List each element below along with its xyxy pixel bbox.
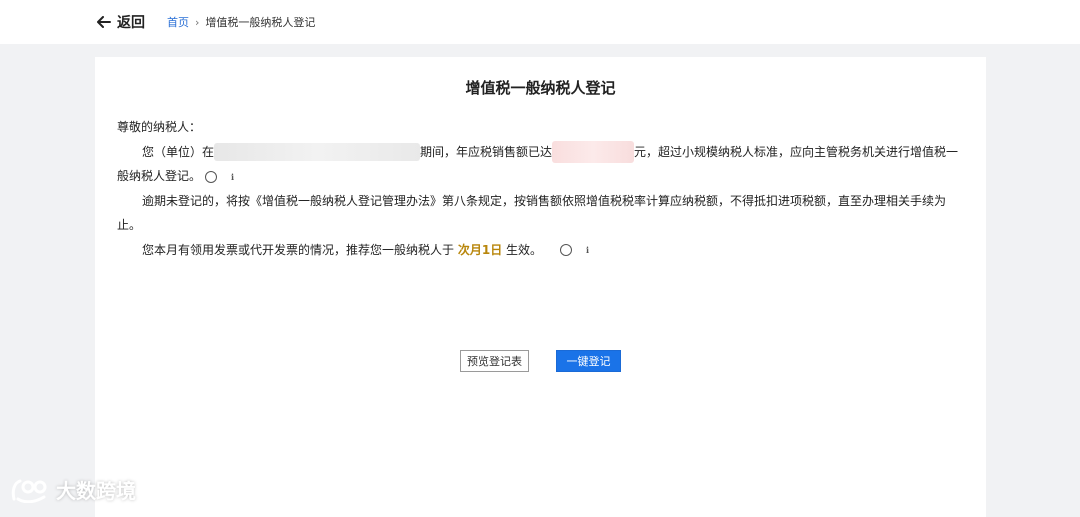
effective-date: 次月1日 <box>457 242 503 257</box>
paragraph-penalty: 逾期未登记的，将按《增值税一般纳税人登记管理办法》第八条规定，按销售额依照增值税… <box>117 193 947 233</box>
redacted-amount <box>552 141 635 163</box>
p3-suffix: 生效。 <box>506 242 543 257</box>
watermark: 大数跨境 <box>10 475 136 504</box>
arrow-left-icon <box>97 16 111 28</box>
breadcrumb-current: 增值税一般纳税人登记 <box>205 16 316 29</box>
info-icon[interactable]: i <box>205 170 234 183</box>
breadcrumb-home-link[interactable]: 首页 <box>167 14 189 30</box>
notice-text: 尊敬的纳税人： 您（单位）在 期间，年应税销售额已达 元，超过小规模纳税人标准，应向… <box>117 115 965 262</box>
back-label: 返回 <box>117 15 145 31</box>
one-click-register-button[interactable]: 一键登记 <box>556 350 621 372</box>
logo-icon <box>11 479 47 503</box>
page-title: 增值税一般纳税人登记 <box>465 79 616 97</box>
breadcrumb: 首页 › 增值税一般纳税人登记 <box>167 14 315 30</box>
p1-prefix: 您（单位）在 <box>142 144 215 159</box>
watermark-text: 大数跨境 <box>56 479 136 503</box>
info-icon[interactable]: i <box>560 244 589 256</box>
redacted-period <box>214 143 421 161</box>
p1-mid: 期间，年应税销售额已达 <box>420 144 553 159</box>
greeting: 尊敬的纳税人： <box>117 120 202 134</box>
paragraph-threshold: 您（单位）在 期间，年应税销售额已达 元，超过小规模纳税人标准，应向主管税务机关进行… <box>117 140 965 189</box>
back-button[interactable]: 返回 <box>97 12 145 32</box>
top-bar: 返回 首页 › 增值税一般纳税人登记 <box>0 0 1080 44</box>
preview-form-button[interactable]: 预览登记表 <box>460 350 529 372</box>
paragraph-effective: 您本月有领用发票或代开发票的情况，推荐您一般纳税人于 次月1日 生效。 i <box>117 238 965 263</box>
registration-card: 增值税一般纳税人登记 尊敬的纳税人： 您（单位）在 期间，年应税销售额已达 元，超过… <box>95 57 986 517</box>
p3-prefix: 您本月有领用发票或代开发票的情况，推荐您一般纳税人于 <box>142 242 455 257</box>
breadcrumb-separator: › <box>195 15 200 29</box>
